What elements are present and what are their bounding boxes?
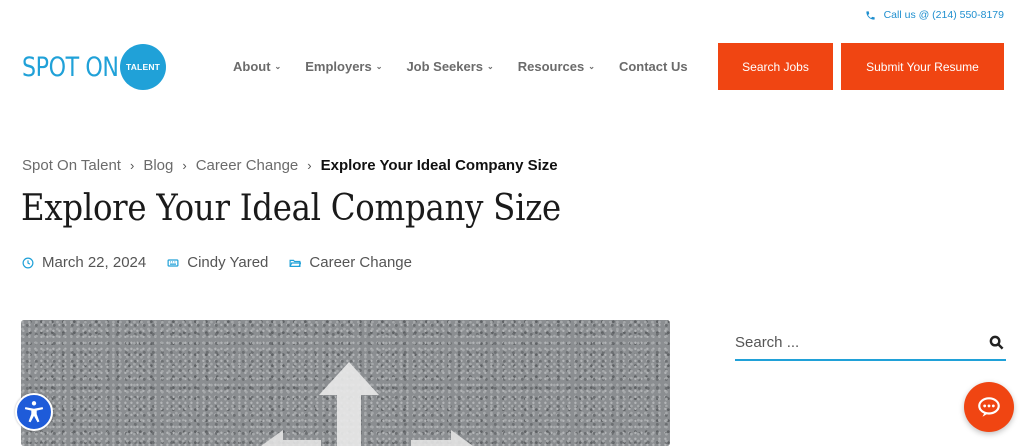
chevron-down-icon: ⌄ — [375, 62, 383, 71]
nav-item-employers[interactable]: Employers ⌄ — [305, 59, 382, 74]
road-arrows-graphic — [261, 362, 473, 446]
logo-word: SPOT ON — [22, 51, 119, 83]
phone-icon — [865, 10, 875, 20]
chevron-down-icon: ⌄ — [274, 62, 282, 71]
post-meta: March 22, 2024 Cindy Yared Career Change — [22, 254, 433, 271]
sidebar-search — [735, 325, 1006, 361]
breadcrumb: Spot On Talent › Blog › Career Change › … — [22, 157, 558, 174]
nav-item-label: Job Seekers — [406, 59, 484, 74]
breadcrumb-link-category[interactable]: Career Change — [196, 157, 299, 174]
nav-item-label: Employers — [305, 59, 372, 74]
logo-badge: TALENT — [120, 44, 166, 90]
page-title: Explore Your Ideal Company Size — [21, 188, 561, 229]
nav-item-contact-us[interactable]: Contact Us — [619, 59, 688, 74]
nav-item-resources[interactable]: Resources ⌄ — [518, 59, 595, 74]
chat-icon — [978, 397, 1000, 417]
search-jobs-button[interactable]: Search Jobs — [718, 43, 833, 90]
nav-item-label: Resources — [517, 59, 585, 74]
keyboard-icon — [167, 258, 179, 267]
breadcrumb-separator: › — [182, 158, 187, 173]
breadcrumb-link-home[interactable]: Spot On Talent — [22, 157, 121, 174]
submit-resume-button[interactable]: Submit Your Resume — [841, 43, 1004, 90]
search-input[interactable] — [735, 333, 965, 351]
breadcrumb-separator: › — [307, 158, 312, 173]
post-category-text: Career Change — [309, 254, 412, 271]
post-author[interactable]: Cindy Yared — [167, 254, 268, 271]
phone-text: Call us @ (214) 550-8179 — [883, 9, 1004, 21]
breadcrumb-separator: › — [129, 158, 135, 173]
clock-icon — [22, 257, 34, 268]
nav-item-about[interactable]: About ⌄ — [233, 59, 281, 74]
chevron-down-icon: ⌄ — [487, 62, 494, 71]
accessibility-button[interactable] — [15, 393, 53, 431]
nav-item-label: About — [233, 59, 271, 74]
chevron-down-icon: ⌄ — [588, 62, 595, 71]
top-phone-link[interactable]: Call us @ (214) 550-8179 — [865, 9, 1004, 21]
logo[interactable]: SPOT ON TALENT — [22, 44, 166, 90]
post-date-text: March 22, 2024 — [42, 254, 147, 271]
nav-item-job-seekers[interactable]: Job Seekers ⌄ — [406, 59, 493, 74]
post-author-text: Cindy Yared — [187, 254, 269, 271]
featured-image — [21, 320, 670, 446]
main-nav: About ⌄ Employers ⌄ Job Seekers ⌄ Resour… — [233, 59, 712, 74]
post-category[interactable]: Career Change — [289, 254, 412, 271]
post-date: March 22, 2024 — [22, 254, 146, 271]
accessibility-icon — [24, 401, 44, 423]
breadcrumb-link-blog[interactable]: Blog — [143, 157, 173, 174]
chat-button[interactable] — [964, 382, 1014, 432]
search-icon[interactable] — [989, 335, 1004, 350]
breadcrumb-current: Explore Your Ideal Company Size — [320, 157, 558, 174]
nav-item-label: Contact Us — [618, 59, 688, 74]
folder-icon — [289, 259, 302, 267]
